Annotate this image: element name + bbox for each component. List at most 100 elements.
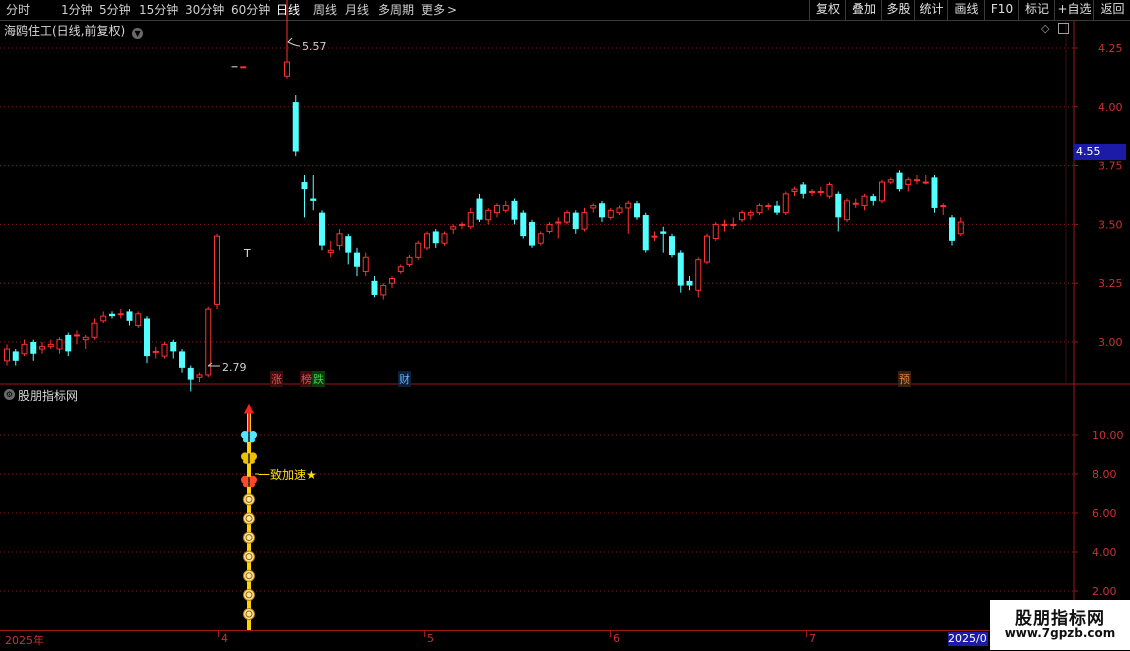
candle (39, 342, 45, 354)
candle-body (695, 259, 702, 291)
indicator-gear-icon[interactable]: ⚙ (4, 389, 15, 400)
candle (450, 224, 457, 234)
candle (809, 189, 815, 197)
candle (371, 276, 378, 298)
candle-body (914, 179, 920, 182)
diamond-icon[interactable]: ◇ (1041, 23, 1052, 34)
candle-body (546, 223, 553, 232)
candle (327, 240, 334, 258)
candle (301, 175, 308, 218)
candle-body (389, 277, 395, 284)
high-price-label: 5.57 (302, 40, 327, 53)
indicator-tick-label: 10.00 (1092, 429, 1124, 442)
candle (240, 66, 247, 69)
candle (152, 346, 159, 359)
candle-body (284, 61, 290, 77)
tag-finance[interactable]: 财 (398, 371, 411, 387)
tag-forecast[interactable]: 预 (898, 371, 911, 387)
candle (126, 309, 133, 326)
candle (826, 182, 833, 199)
candle-body (511, 200, 518, 220)
candle-body (336, 233, 343, 247)
candle-body (30, 342, 37, 354)
candle (572, 210, 579, 234)
candle-body (327, 249, 334, 254)
candle (922, 175, 929, 185)
candle-body (319, 212, 325, 246)
candle (555, 217, 562, 239)
candle-body (800, 184, 807, 194)
candle (345, 233, 352, 265)
window-icon[interactable] (1058, 23, 1069, 34)
tag-limit-up[interactable]: 涨 (270, 371, 283, 387)
candle (179, 349, 185, 373)
candle (362, 252, 369, 277)
candle-body (187, 367, 194, 380)
candle (415, 240, 422, 260)
candle-body (196, 374, 203, 378)
candle (511, 198, 518, 225)
coin-icon (243, 588, 255, 601)
indicator-title: 股朋指标网 (18, 389, 79, 403)
price-tick-label: 3.75 (1098, 160, 1123, 173)
candle-body (424, 233, 430, 249)
candle-body (922, 181, 929, 184)
candle-body (677, 252, 684, 286)
candle (817, 186, 824, 197)
candle-body (467, 212, 474, 228)
candle-body (345, 236, 352, 253)
candle (135, 311, 142, 328)
candle-body (607, 209, 614, 218)
candle (957, 217, 964, 237)
coin-icon (243, 531, 255, 544)
low-price-label: 2.79 (222, 361, 247, 374)
candle-body (651, 235, 658, 238)
candle-body (957, 221, 964, 235)
candle-body (756, 205, 763, 214)
candle (870, 193, 877, 206)
date-label-year: 2025年 (5, 634, 44, 647)
candle-body (642, 214, 649, 251)
candle-body (494, 205, 500, 214)
candle-body (669, 236, 675, 255)
candle (835, 191, 842, 232)
candle (791, 186, 798, 197)
candle-body (362, 256, 369, 272)
price-tick-label: 4.00 (1098, 101, 1123, 114)
candle-body (704, 235, 710, 263)
candle-body (432, 231, 439, 244)
candle-body (835, 193, 842, 218)
candle-body (774, 205, 780, 213)
candle (144, 316, 150, 364)
candle-body (747, 212, 754, 216)
candle (739, 210, 745, 223)
candle-body (581, 212, 588, 230)
candle (319, 210, 325, 251)
candle (161, 342, 168, 359)
candle (100, 311, 107, 324)
indicator-tick-label: 2.00 (1092, 585, 1117, 598)
chevron-down-icon[interactable]: ▼ (132, 28, 144, 39)
candle-body (590, 205, 597, 209)
candle-body (82, 336, 89, 341)
candle (389, 276, 395, 288)
candle-body (502, 205, 509, 211)
candle (765, 203, 772, 211)
candle-body (852, 202, 859, 205)
candle (170, 339, 177, 359)
main-chart-title: 海鸥住工(日线,前复权) ▼ (4, 22, 144, 39)
candle-body (625, 202, 632, 209)
candle (686, 276, 693, 291)
candle (669, 233, 675, 258)
watermark: 股朋指标网 www.7gpzb.com (990, 600, 1130, 650)
candle-body (940, 205, 947, 208)
candle-body (450, 226, 457, 230)
candle-body (152, 350, 159, 353)
candle (616, 205, 623, 215)
tag-fall[interactable]: 跌 (312, 371, 325, 387)
candle-body (310, 198, 317, 201)
candle (677, 250, 684, 293)
candle-body (12, 351, 19, 361)
kline-chart[interactable]: 3.003.253.503.754.004.254.504.755.005.25… (0, 0, 1130, 650)
candle-body (826, 183, 833, 197)
